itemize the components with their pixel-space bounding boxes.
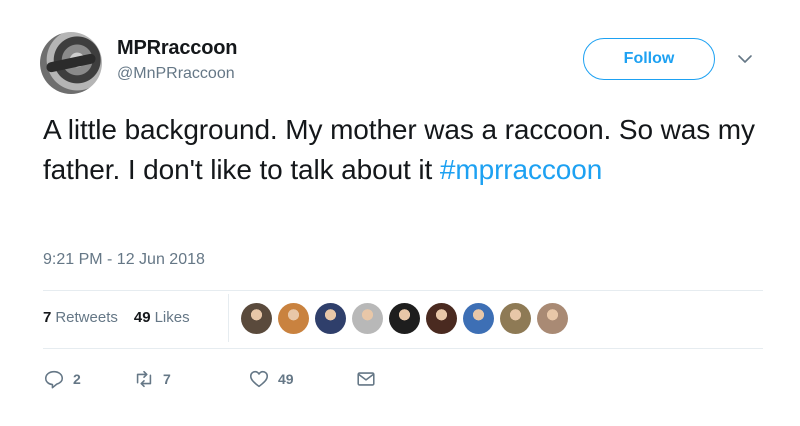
liker-avatars bbox=[241, 303, 568, 334]
envelope-icon bbox=[357, 372, 375, 386]
user-handle[interactable]: @MnPRraccoon bbox=[117, 65, 235, 83]
chevron-down-icon[interactable] bbox=[737, 51, 753, 67]
tweet-text: A little background. My mother was a rac… bbox=[43, 110, 783, 190]
reply-icon bbox=[44, 370, 64, 389]
hashtag-link[interactable]: #mprraccoon bbox=[440, 154, 602, 185]
user-avatar[interactable] bbox=[40, 32, 102, 94]
retweets-label: Retweets bbox=[55, 309, 118, 326]
retweets-count: 7 bbox=[43, 309, 52, 326]
divider bbox=[43, 348, 763, 349]
liker-avatar-9[interactable] bbox=[537, 303, 568, 334]
tweet-stats: 7 Retweets 49 Likes bbox=[43, 309, 190, 326]
retweet-count: 7 bbox=[163, 371, 171, 387]
liker-avatar-7[interactable] bbox=[463, 303, 494, 334]
likes-stat[interactable]: 49 Likes bbox=[134, 309, 190, 326]
liker-avatar-4[interactable] bbox=[352, 303, 383, 334]
direct-message-action[interactable] bbox=[355, 368, 377, 390]
likes-label: Likes bbox=[154, 309, 190, 326]
reply-count: 2 bbox=[73, 371, 81, 387]
divider bbox=[43, 290, 763, 291]
likes-count: 49 bbox=[133, 309, 151, 326]
raccoon-mask-icon bbox=[45, 52, 97, 74]
liker-avatar-6[interactable] bbox=[426, 303, 457, 334]
follow-button[interactable]: Follow bbox=[583, 38, 715, 80]
retweets-stat[interactable]: 7 Retweets bbox=[43, 309, 118, 326]
liker-avatar-5[interactable] bbox=[389, 303, 420, 334]
tweet-timestamp[interactable]: 9:21 PM - 12 Jun 2018 bbox=[43, 251, 205, 269]
tweet-body: A little background. My mother was a rac… bbox=[43, 114, 755, 185]
like-count: 49 bbox=[278, 371, 294, 387]
retweet-icon bbox=[136, 370, 152, 388]
liker-avatar-2[interactable] bbox=[278, 303, 309, 334]
liker-avatar-3[interactable] bbox=[315, 303, 346, 334]
display-name[interactable]: MPRraccoon bbox=[117, 37, 237, 60]
retweet-action[interactable]: 7 bbox=[133, 368, 171, 390]
like-action[interactable]: 49 bbox=[248, 368, 294, 390]
stats-separator bbox=[228, 294, 229, 342]
heart-icon bbox=[249, 370, 269, 388]
reply-action[interactable]: 2 bbox=[43, 368, 81, 390]
liker-avatar-1[interactable] bbox=[241, 303, 272, 334]
liker-avatar-8[interactable] bbox=[500, 303, 531, 334]
